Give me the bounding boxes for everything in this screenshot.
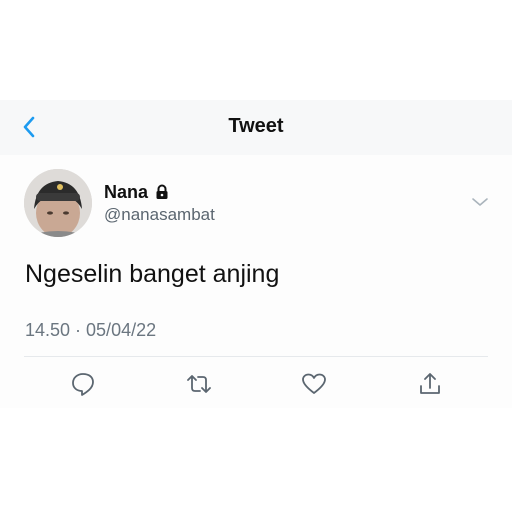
like-button[interactable] <box>300 370 328 398</box>
reply-button[interactable] <box>69 370 97 398</box>
heart-icon <box>302 373 326 394</box>
tweet-timestamp: 14.50 · 05/04/22 <box>25 320 157 340</box>
author-name[interactable]: Nana <box>104 182 148 203</box>
avatar-image <box>24 169 92 237</box>
tweet-screen: Tweet Nana @nanasambat Ngeselin banget a… <box>0 100 512 408</box>
avatar[interactable] <box>24 169 92 237</box>
divider <box>24 356 488 357</box>
chevron-down-icon <box>472 198 488 206</box>
tweet-text: Ngeselin banget anjing <box>25 260 280 288</box>
page-title: Tweet <box>228 115 284 137</box>
share-button[interactable] <box>416 370 444 398</box>
share-icon <box>420 373 440 394</box>
retweet-icon <box>187 375 211 393</box>
author-name-row: Nana <box>104 181 170 203</box>
author-handle[interactable]: @nanasambat <box>104 205 215 225</box>
top-nav-bar: Tweet <box>0 100 512 155</box>
lock-icon <box>156 184 168 199</box>
retweet-button[interactable] <box>185 370 213 398</box>
more-options-button[interactable] <box>470 193 490 211</box>
reply-icon <box>72 373 94 396</box>
